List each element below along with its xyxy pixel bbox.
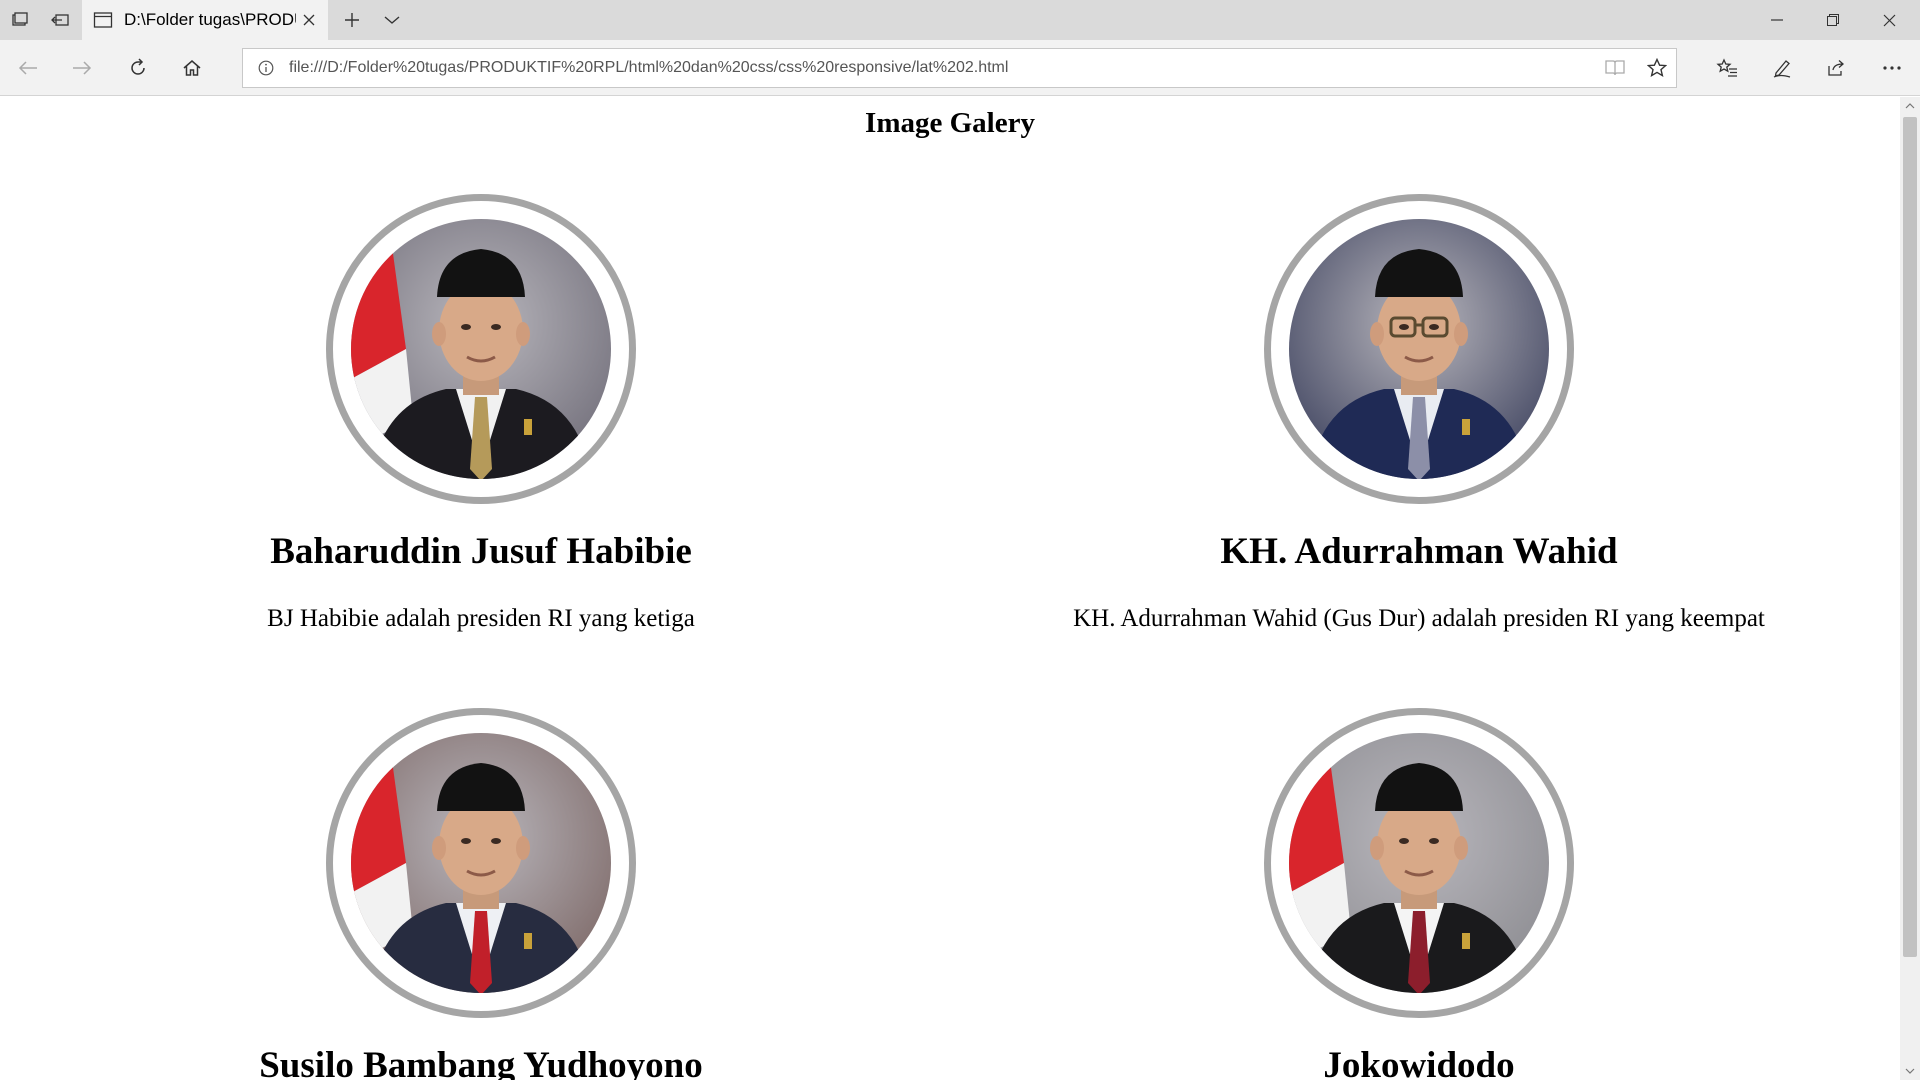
more-options-icon[interactable] (1872, 48, 1912, 88)
set-tabs-aside-icon[interactable] (40, 0, 80, 40)
portrait-image (1289, 219, 1549, 479)
favorite-star-icon[interactable] (1637, 49, 1677, 87)
close-tab-icon[interactable] (298, 9, 320, 31)
new-tab-icon[interactable] (332, 0, 372, 40)
minimize-icon[interactable] (1750, 0, 1804, 40)
card-description: BJ Habibie adalah presiden RI yang ketig… (267, 605, 695, 632)
portrait-image (351, 733, 611, 993)
tab-preview-chevron-icon[interactable] (372, 0, 412, 40)
vertical-scrollbar[interactable] (1900, 97, 1920, 1080)
portrait-image (351, 219, 611, 479)
browser-tab[interactable]: D:\Folder tugas\PRODUKTIF RPL (82, 0, 328, 40)
card-name: Jokowidodo (1323, 1045, 1515, 1080)
forward-icon[interactable] (62, 48, 102, 88)
card-description: KH. Adurrahman Wahid (Gus Dur) adalah pr… (1073, 605, 1765, 632)
tab-actions-icon[interactable] (0, 0, 40, 40)
portrait-frame (326, 194, 636, 504)
page-title: Image Galery (865, 107, 1035, 139)
card-name: Susilo Bambang Yudhoyono (259, 1045, 703, 1080)
site-info-icon[interactable] (243, 49, 289, 87)
scrollbar-thumb[interactable] (1903, 117, 1917, 957)
favorites-hub-icon[interactable] (1707, 48, 1747, 88)
scroll-up-arrow-icon[interactable] (1900, 97, 1920, 115)
web-note-pen-icon[interactable] (1762, 48, 1802, 88)
portrait-image (1289, 733, 1549, 993)
portrait-frame (1264, 708, 1574, 1018)
refresh-icon[interactable] (118, 48, 158, 88)
home-icon[interactable] (172, 48, 212, 88)
portrait-frame (326, 708, 636, 1018)
card-name: Baharuddin Jusuf Habibie (270, 531, 692, 572)
page-icon (92, 9, 114, 31)
close-window-icon[interactable] (1862, 0, 1916, 40)
address-bar[interactable]: file:///D:/Folder%20tugas/PRODUKTIF%20RP… (242, 48, 1677, 88)
back-icon[interactable] (8, 48, 48, 88)
restore-icon[interactable] (1806, 0, 1860, 40)
address-url: file:///D:/Folder%20tugas/PRODUKTIF%20RP… (289, 59, 1009, 76)
card-name: KH. Adurrahman Wahid (1220, 531, 1618, 572)
navigation-bar: file:///D:/Folder%20tugas/PRODUKTIF%20RP… (0, 40, 1920, 96)
portrait-frame (1264, 194, 1574, 504)
tab-title: D:\Folder tugas\PRODUKTIF RPL (124, 10, 296, 29)
reading-view-icon[interactable] (1595, 49, 1635, 87)
tab-bar: D:\Folder tugas\PRODUKTIF RPL (0, 0, 1920, 40)
share-icon[interactable] (1816, 48, 1856, 88)
scroll-down-arrow-icon[interactable] (1900, 1062, 1920, 1080)
page-viewport: Image Galery Baharuddin Jusuf Habibie BJ… (0, 97, 1900, 1080)
